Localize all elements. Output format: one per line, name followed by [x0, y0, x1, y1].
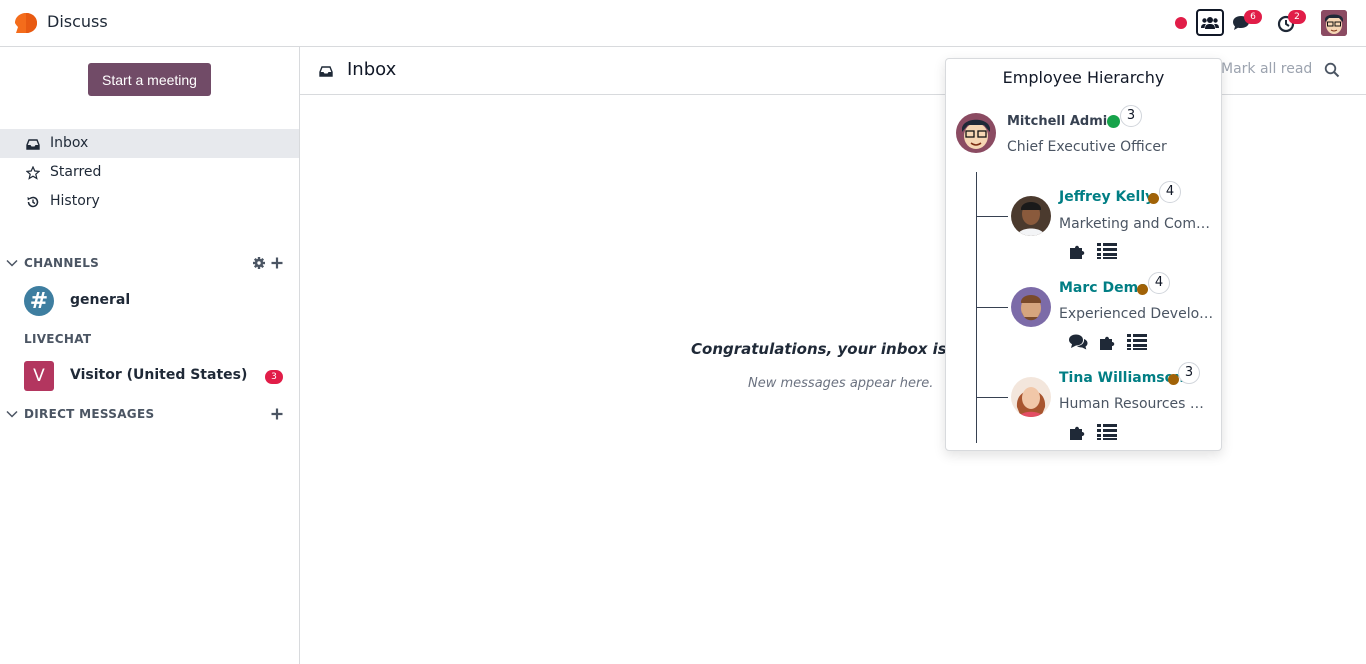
channels-section-header[interactable]: CHANNELS: [0, 253, 299, 275]
puzzle-icon[interactable]: [1098, 333, 1118, 351]
channel-avatar: #: [24, 286, 54, 316]
popover-title: Employee Hierarchy: [1002, 68, 1165, 87]
gear-icon[interactable]: [252, 256, 266, 270]
employee-status-dot: [1148, 193, 1159, 204]
hierarchy-branch-line: [977, 216, 1008, 217]
sidebar-item-label: History: [50, 193, 100, 209]
channel-item-general[interactable]: # general: [0, 286, 299, 320]
sidebar-item-label: Starred: [50, 164, 102, 180]
manager-status-dot: [1107, 115, 1120, 128]
inbox-icon: [319, 66, 333, 77]
chat-icon[interactable]: [1068, 333, 1088, 351]
add-direct-message-icon[interactable]: [270, 407, 284, 421]
chevron-down-icon[interactable]: [6, 257, 18, 269]
employee-photo: [1011, 196, 1051, 236]
user-avatar-icon: [1321, 10, 1347, 36]
start-meeting-button[interactable]: Start a meeting: [88, 63, 211, 96]
add-channel-icon[interactable]: [270, 256, 284, 270]
status-indicator[interactable]: [1175, 17, 1187, 29]
manager-avatar[interactable]: [956, 113, 996, 153]
list-icon[interactable]: [1127, 333, 1147, 351]
unread-count-badge: 3: [265, 370, 283, 384]
employee-photo: [1011, 287, 1051, 327]
history-icon: [27, 196, 39, 208]
employee-subordinates-count[interactable]: 4: [1148, 272, 1170, 294]
livechat-name: Visitor (United States): [70, 367, 248, 383]
employee-name[interactable]: Marc Demo: [1059, 280, 1148, 296]
employee-hierarchy-button[interactable]: [1196, 9, 1224, 36]
inbox-icon: [26, 139, 40, 150]
direct-messages-section-header[interactable]: DIRECT MESSAGES: [0, 404, 299, 426]
manager-name[interactable]: Mitchell Admin: [1007, 114, 1116, 129]
channels-header-label: CHANNELS: [24, 256, 100, 270]
hierarchy-branch-line: [977, 307, 1008, 308]
empty-inbox-title: Congratulations, your inbox is en: [691, 340, 973, 358]
user-avatar[interactable]: [1321, 10, 1347, 36]
direct-messages-header-label: DIRECT MESSAGES: [24, 407, 155, 421]
messages-badge: 6: [1244, 10, 1262, 24]
puzzle-icon[interactable]: [1068, 242, 1088, 260]
activities-badge: 2: [1288, 10, 1306, 24]
list-icon[interactable]: [1097, 242, 1117, 260]
star-icon: [26, 166, 40, 180]
list-icon[interactable]: [1097, 423, 1117, 441]
employee-name[interactable]: Jeffrey Kelly: [1059, 189, 1154, 205]
employee-subordinates-count[interactable]: 4: [1159, 181, 1181, 203]
livechat-item-visitor[interactable]: V Visitor (United States) 3: [0, 361, 299, 395]
employee-job-title: Experienced Developer: [1059, 306, 1214, 322]
manager-subordinates-count[interactable]: 3: [1120, 105, 1142, 127]
top-navbar: Discuss 6 2: [0, 0, 1366, 47]
sidebar-item-history[interactable]: History: [0, 187, 299, 216]
employee-status-dot: [1137, 284, 1148, 295]
mark-all-read-button[interactable]: Mark all read: [1221, 61, 1312, 77]
employee-job-title: Human Resources M…: [1059, 396, 1207, 412]
sidebar-item-label: Inbox: [50, 135, 89, 151]
hierarchy-branch-line: [977, 397, 1008, 398]
employee-avatar[interactable]: [1011, 287, 1051, 327]
employee-photo: [1011, 377, 1051, 417]
empty-inbox-subtitle: New messages appear here.: [748, 376, 934, 391]
thread-title: Inbox: [347, 59, 397, 80]
livechat-header-label: LIVECHAT: [24, 332, 92, 346]
manager-avatar-icon: [956, 113, 996, 153]
visitor-avatar: V: [24, 361, 54, 391]
livechat-section-header[interactable]: LIVECHAT: [0, 329, 299, 351]
employee-name[interactable]: Tina Williamson: [1059, 370, 1184, 386]
search-icon[interactable]: [1324, 62, 1340, 78]
sidebar-item-starred[interactable]: Starred: [0, 158, 299, 187]
users-icon: [1201, 16, 1219, 29]
chevron-down-icon[interactable]: [6, 408, 18, 420]
employee-hierarchy-popover: Employee Hierarchy Mitchell Admin 3 Chie…: [945, 58, 1222, 451]
app-title[interactable]: Discuss: [47, 12, 108, 31]
employee-job-title: Marketing and Comm…: [1059, 216, 1211, 232]
employee-avatar[interactable]: [1011, 377, 1051, 417]
discuss-sidebar: Start a meeting Inbox Starred History CH…: [0, 47, 300, 664]
sidebar-item-inbox[interactable]: Inbox: [0, 129, 299, 158]
puzzle-icon[interactable]: [1068, 423, 1088, 441]
employee-subordinates-count[interactable]: 3: [1178, 362, 1200, 384]
channel-name: general: [70, 292, 131, 308]
discuss-logo-icon[interactable]: [14, 12, 38, 34]
employee-avatar[interactable]: [1011, 196, 1051, 236]
manager-job-title: Chief Executive Officer: [1007, 139, 1167, 155]
